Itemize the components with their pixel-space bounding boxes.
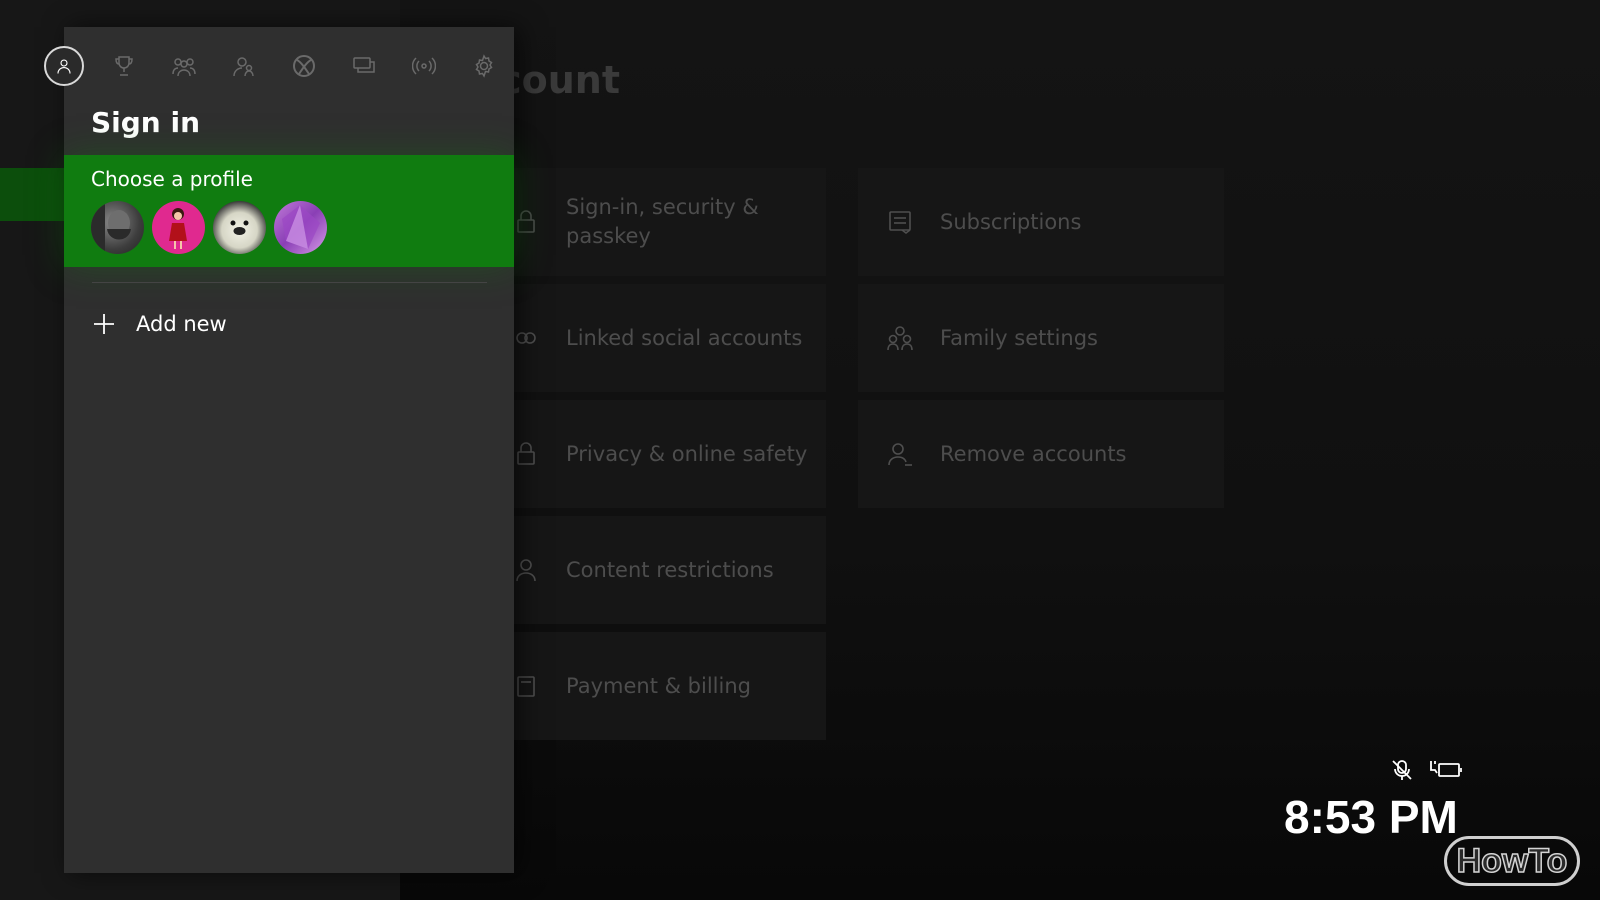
xbox-icon [293,55,315,77]
tile-linked-social-accounts[interactable]: Linked social accounts [470,284,826,392]
choose-profile-label: Choose a profile [91,167,253,191]
tile-sign-in-security[interactable]: Sign-in, security & passkey [470,168,826,276]
tab-friends[interactable] [164,46,204,86]
status-icons [1390,758,1464,782]
avatar-pink-character[interactable] [152,201,205,254]
tab-messages[interactable] [344,46,384,86]
tile-label: Family settings [940,325,1098,350]
tab-achievements[interactable] [104,46,144,86]
guide-panel [64,27,514,873]
tile-remove-accounts[interactable]: Remove accounts [858,400,1224,508]
clock: 8:53 PM [1284,791,1458,843]
tile-label: Linked social accounts [566,325,803,350]
remove-person-icon [886,440,914,468]
mic-muted-icon [1392,760,1412,780]
tile-label: Sign-in, security & passkey [566,195,759,248]
person-icon [512,556,540,584]
avatar-bearded-man[interactable] [91,201,144,254]
plus-icon [92,312,116,336]
friends-icon [172,58,196,77]
battery-charging-icon [1430,761,1462,777]
messages-icon [353,57,375,73]
tile-label: Payment & billing [566,673,751,698]
party-icon [233,57,254,77]
family-icon [886,324,914,352]
tile-content-restrictions[interactable]: Content restrictions [470,516,826,624]
avatar-list [91,201,335,254]
tab-settings[interactable] [464,46,504,86]
guide-title: Sign in [91,106,201,139]
tab-party[interactable] [224,46,264,86]
tile-privacy-online-safety[interactable]: Privacy & online safety [470,400,826,508]
tile-subscriptions[interactable]: Subscriptions [858,168,1224,276]
add-new-label: Add new [136,312,227,336]
background-focus-edge [0,168,64,221]
tile-payment-billing[interactable]: Payment & billing [470,632,826,740]
tab-broadcast[interactable] [404,46,444,86]
tab-xbox-home[interactable] [284,46,324,86]
broadcast-icon [412,57,436,75]
watermark-logo: HowTo [1444,836,1580,886]
lock-icon [512,208,540,236]
link-icon [512,324,540,352]
subscriptions-icon [886,208,914,236]
card-icon [512,672,540,700]
choose-profile-row[interactable]: Choose a profile [64,155,514,267]
tile-label: Privacy & online safety [566,441,808,466]
tile-family-settings[interactable]: Family settings [858,284,1224,392]
gear-icon [475,54,493,78]
tile-label: Remove accounts [940,441,1127,466]
guide-tab-bar [44,46,524,86]
avatar-purple-gem[interactable] [274,201,327,254]
add-new-button[interactable]: Add new [92,308,227,340]
avatar-white-creature[interactable] [213,201,266,254]
tile-label: Content restrictions [566,557,774,582]
guide-divider [92,282,487,283]
trophy-icon [115,56,133,76]
lock-icon [512,440,540,468]
tile-label: Subscriptions [940,209,1082,234]
profile-icon [57,59,71,74]
tab-profile[interactable] [44,46,84,86]
